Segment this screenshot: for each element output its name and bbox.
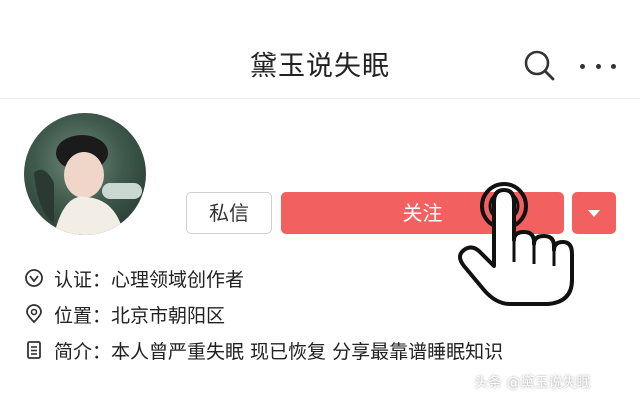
info-row-verification: 认证：心理领域创作者 [24,265,244,291]
info-row-bio: 简介：本人曾严重失眠 现已恢复 分享最靠谱睡眠知识 [24,337,503,363]
info-text: 简介：本人曾严重失眠 现已恢复 分享最靠谱睡眠知识 [54,340,504,363]
more-dot [580,63,585,69]
watermark: 头条 @黛玉说失眠 [474,375,591,391]
message-button[interactable]: 私信 [186,192,272,234]
location-icon [24,304,44,324]
avatar[interactable] [24,113,146,235]
more-dot [611,63,616,69]
search-button[interactable] [520,46,558,84]
info-text: 位置：北京市朝阳区 [54,304,226,327]
info-text: 认证：心理领域创作者 [54,268,245,291]
info-row-location: 位置：北京市朝阳区 [24,301,225,327]
follow-dropdown-button[interactable] [572,192,616,234]
more-icon[interactable] [580,56,616,76]
search-icon [524,50,555,81]
avatar-image [34,135,142,235]
more-dot [595,63,601,69]
document-icon [24,340,44,360]
verified-icon [24,268,44,288]
pointing-hand-icon [458,182,574,306]
header-bar: 黛玉说失眠 [0,0,640,99]
chevron-down-icon [588,210,600,217]
